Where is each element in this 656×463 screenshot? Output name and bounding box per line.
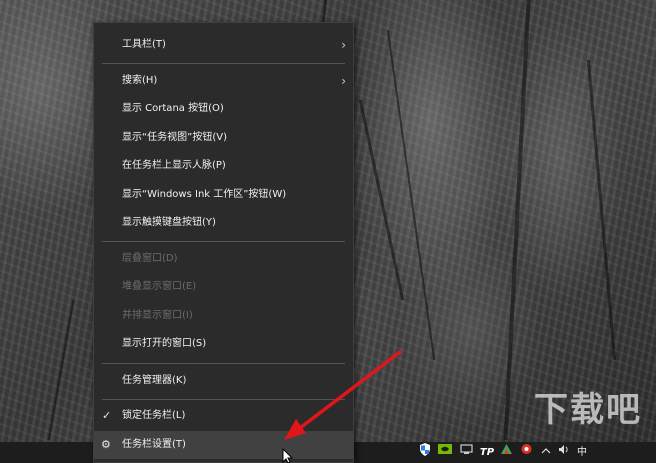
menu-item-taskbar-settings[interactable]: ⚙ 任务栏设置(T) (94, 431, 353, 459)
antivirus-icon[interactable] (518, 443, 534, 462)
menu-separator (102, 241, 345, 242)
menu-item-label: 显示触摸键盘按钮(Y) (122, 217, 216, 228)
taskbar-context-menu: 工具栏(T) › 搜索(H) › 显示 Cortana 按钮(O) 显示“任务视… (93, 22, 354, 463)
rock-crack (358, 100, 405, 300)
menu-item-show-cortana[interactable]: 显示 Cortana 按钮(O) (94, 95, 353, 123)
rock-crack (386, 30, 436, 360)
rock-crack (586, 60, 617, 360)
nvidia-icon[interactable] (437, 443, 453, 462)
menu-item-cascade-windows: 层叠窗口(D) (94, 245, 353, 273)
menu-item-label: 显示 Cortana 按钮(O) (122, 103, 224, 114)
menu-item-label: 锁定任务栏(L) (122, 410, 186, 421)
volume-icon[interactable] (556, 443, 572, 462)
tp-icon[interactable]: TP (479, 443, 495, 462)
menu-item-label: 任务管理器(K) (122, 375, 187, 386)
check-icon: ✓ (102, 409, 112, 422)
menu-item-label: 任务栏设置(T) (122, 439, 186, 450)
menu-item-label: 层叠窗口(D) (122, 253, 178, 264)
chevron-up-icon[interactable] (538, 443, 554, 462)
network-icon[interactable] (458, 443, 474, 462)
rock-crack (47, 300, 75, 440)
menu-item-label: 显示“Windows Ink 工作区”按钮(W) (122, 189, 287, 200)
menu-item-stack-windows: 堆叠显示窗口(E) (94, 273, 353, 301)
gear-icon: ⚙ (101, 438, 111, 451)
shield-icon[interactable] (417, 443, 433, 462)
chevron-right-icon: › (341, 38, 346, 52)
app-icon[interactable] (498, 443, 514, 462)
ime-indicator[interactable]: 中 (577, 443, 587, 462)
menu-item-toolbars[interactable]: 工具栏(T) › (94, 31, 353, 59)
menu-item-label: 工具栏(T) (122, 39, 166, 50)
menu-item-label: 显示“任务视图”按钮(V) (122, 132, 228, 143)
menu-item-show-task-view[interactable]: 显示“任务视图”按钮(V) (94, 124, 353, 152)
menu-separator (102, 399, 345, 400)
menu-item-lock-taskbar[interactable]: ✓ 锁定任务栏(L) (94, 402, 353, 430)
mouse-cursor-icon (282, 448, 294, 463)
menu-item-label: 并排显示窗口(I) (122, 310, 193, 321)
menu-item-task-manager[interactable]: 任务管理器(K) (94, 367, 353, 395)
menu-separator (102, 363, 345, 364)
menu-item-side-by-side: 并排显示窗口(I) (94, 302, 353, 330)
menu-item-label: 堆叠显示窗口(E) (122, 281, 197, 292)
menu-item-label: 显示打开的窗口(S) (122, 338, 207, 349)
menu-item-show-people[interactable]: 在任务栏上显示人脉(P) (94, 152, 353, 180)
menu-item-label: 在任务栏上显示人脉(P) (122, 160, 226, 171)
menu-item-label: 搜索(H) (122, 75, 158, 86)
rock-crack (503, 0, 531, 440)
chevron-right-icon: › (341, 74, 346, 88)
menu-separator (102, 63, 345, 64)
menu-item-show-ink-workspace[interactable]: 显示“Windows Ink 工作区”按钮(W) (94, 181, 353, 209)
menu-item-search[interactable]: 搜索(H) › (94, 67, 353, 95)
menu-item-show-open-windows[interactable]: 显示打开的窗口(S) (94, 330, 353, 358)
menu-item-show-touch-keyboard[interactable]: 显示触摸键盘按钮(Y) (94, 209, 353, 237)
watermark-logo: 下载吧 (534, 390, 642, 430)
